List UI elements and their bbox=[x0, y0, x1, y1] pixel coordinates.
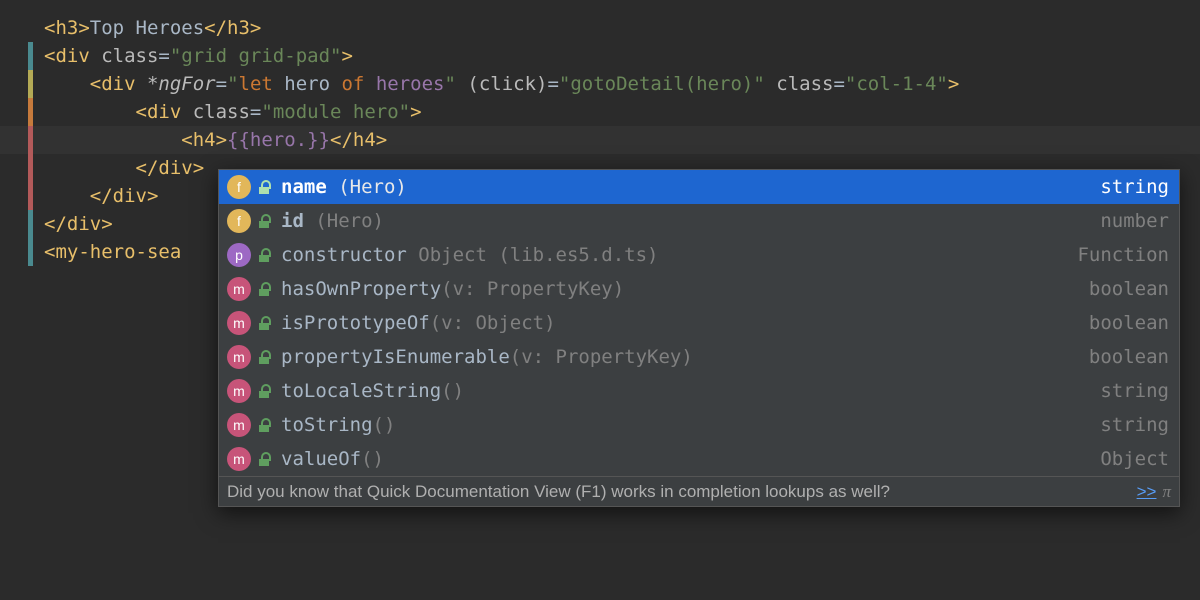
editor-viewport: <h3>Top Heroes</h3><div class="grid grid… bbox=[0, 0, 1200, 600]
kind-icon: m bbox=[227, 447, 251, 471]
hintbar-more-link[interactable]: >> bbox=[1137, 478, 1157, 506]
lock-icon bbox=[257, 214, 271, 228]
completion-label: name bbox=[281, 173, 327, 201]
completion-item[interactable]: m toString() string bbox=[219, 408, 1179, 442]
completion-popup[interactable]: f name (Hero) string f id (Hero) number p const… bbox=[218, 169, 1180, 507]
completion-label: constructor bbox=[281, 241, 407, 269]
kind-icon: p bbox=[227, 243, 251, 267]
kind-icon: f bbox=[227, 175, 251, 199]
kind-icon: m bbox=[227, 379, 251, 403]
completion-hint: (v: Object) bbox=[430, 309, 556, 337]
completion-item[interactable]: m propertyIsEnumerable(v: PropertyKey) boo… bbox=[219, 340, 1179, 374]
completion-hint: (v: PropertyKey) bbox=[510, 343, 693, 371]
completion-item[interactable]: p constructor Object (lib.es5.d.ts) Functi… bbox=[219, 238, 1179, 272]
hintbar-text: Did you know that Quick Documentation Vi… bbox=[227, 478, 890, 506]
lock-icon bbox=[257, 248, 271, 262]
lock-icon bbox=[257, 316, 271, 330]
completion-item[interactable]: m isPrototypeOf(v: Object) boolean bbox=[219, 306, 1179, 340]
gutter-change-marker bbox=[28, 126, 33, 210]
completion-item[interactable]: f id (Hero) number bbox=[219, 204, 1179, 238]
completion-type: Function bbox=[1077, 241, 1169, 269]
completion-item[interactable]: m valueOf() Object bbox=[219, 442, 1179, 476]
completion-type: string bbox=[1100, 377, 1169, 405]
gutter-change-marker bbox=[28, 70, 33, 98]
completion-type: number bbox=[1100, 207, 1169, 235]
completion-label: hasOwnProperty bbox=[281, 275, 441, 303]
pi-icon: π bbox=[1162, 478, 1171, 506]
completion-type: boolean bbox=[1089, 309, 1169, 337]
completion-item[interactable]: m hasOwnProperty(v: PropertyKey) boolean bbox=[219, 272, 1179, 306]
completion-type: string bbox=[1100, 411, 1169, 439]
completion-label: propertyIsEnumerable bbox=[281, 343, 510, 371]
lock-icon bbox=[257, 350, 271, 364]
completion-type: boolean bbox=[1089, 275, 1169, 303]
completion-label: id bbox=[281, 207, 304, 235]
completion-type: Object bbox=[1100, 445, 1169, 473]
completion-hint: (v: PropertyKey) bbox=[441, 275, 624, 303]
completion-item[interactable]: f name (Hero) string bbox=[219, 170, 1179, 204]
lock-icon bbox=[257, 282, 271, 296]
kind-icon: f bbox=[227, 209, 251, 233]
completion-label: toString bbox=[281, 411, 373, 439]
completion-hint: (Hero) bbox=[327, 173, 407, 201]
kind-icon: m bbox=[227, 413, 251, 437]
completion-hint: () bbox=[361, 445, 384, 473]
kind-icon: m bbox=[227, 311, 251, 335]
lock-icon bbox=[257, 452, 271, 466]
completion-label: isPrototypeOf bbox=[281, 309, 430, 337]
completion-type: string bbox=[1100, 173, 1169, 201]
completion-item[interactable]: m toLocaleString() string bbox=[219, 374, 1179, 408]
completion-label: valueOf bbox=[281, 445, 361, 473]
completion-list[interactable]: f name (Hero) string f id (Hero) number p const… bbox=[219, 170, 1179, 476]
lock-icon bbox=[257, 418, 271, 432]
completion-hint: () bbox=[441, 377, 464, 405]
kind-icon: m bbox=[227, 277, 251, 301]
completion-hintbar: Did you know that Quick Documentation Vi… bbox=[219, 476, 1179, 506]
completion-hint: (Hero) bbox=[304, 207, 384, 235]
gutter-change-marker bbox=[28, 210, 33, 266]
completion-hint: () bbox=[373, 411, 396, 439]
kind-icon: m bbox=[227, 345, 251, 369]
completion-hint: Object (lib.es5.d.ts) bbox=[407, 241, 659, 269]
lock-icon bbox=[257, 384, 271, 398]
lock-icon bbox=[257, 180, 271, 194]
completion-label: toLocaleString bbox=[281, 377, 441, 405]
gutter-change-marker bbox=[28, 42, 33, 70]
completion-type: boolean bbox=[1089, 343, 1169, 371]
gutter-change-marker bbox=[28, 98, 33, 126]
